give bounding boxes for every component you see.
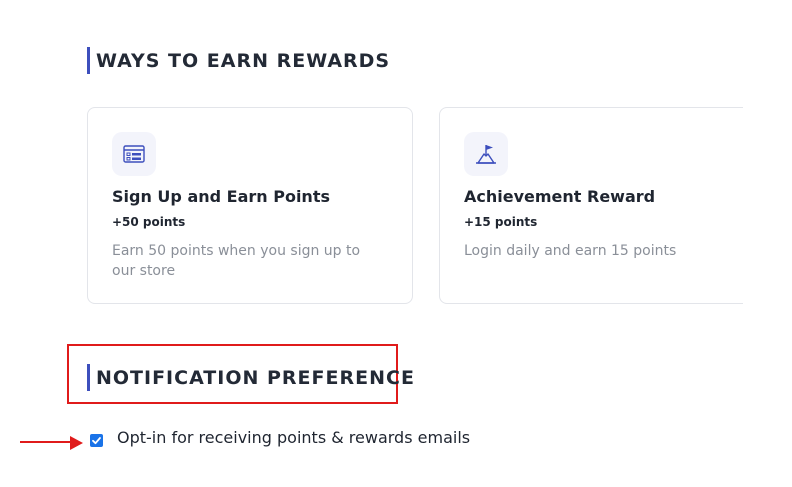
notification-preference-title: NOTIFICATION PREFERENCE bbox=[96, 366, 415, 389]
opt-in-checkbox[interactable] bbox=[90, 433, 103, 447]
earn-card-signup: Sign Up and Earn Points +50 points Earn … bbox=[87, 107, 413, 304]
achievement-flag-icon bbox=[464, 132, 508, 176]
earn-rewards-heading: WAYS TO EARN REWARDS bbox=[87, 47, 390, 74]
earn-cards-list: Sign Up and Earn Points +50 points Earn … bbox=[87, 107, 743, 307]
checkmark-icon bbox=[92, 436, 101, 444]
heading-accent-bar bbox=[87, 47, 90, 74]
earn-card-points: +15 points bbox=[464, 215, 538, 229]
earn-card-description: Earn 50 points when you sign up to our s… bbox=[112, 243, 361, 279]
earn-card-points: +50 points bbox=[112, 215, 186, 229]
opt-in-label[interactable]: Opt-in for receiving points & rewards em… bbox=[117, 428, 470, 447]
earn-card-title: Achievement Reward bbox=[464, 187, 656, 206]
arrow-annotation-icon bbox=[20, 436, 83, 450]
earn-rewards-title: WAYS TO EARN REWARDS bbox=[96, 49, 391, 72]
notification-preference-heading: NOTIFICATION PREFERENCE bbox=[87, 364, 415, 391]
earn-card-title: Sign Up and Earn Points bbox=[112, 187, 330, 206]
earn-card-achievement: Achievement Reward +15 points Login dail… bbox=[439, 107, 743, 304]
opt-in-row: Opt-in for receiving points & rewards em… bbox=[90, 428, 470, 447]
heading-accent-bar bbox=[87, 364, 90, 391]
signup-form-icon bbox=[112, 132, 156, 176]
earn-card-description: Login daily and earn 15 points bbox=[464, 243, 677, 259]
